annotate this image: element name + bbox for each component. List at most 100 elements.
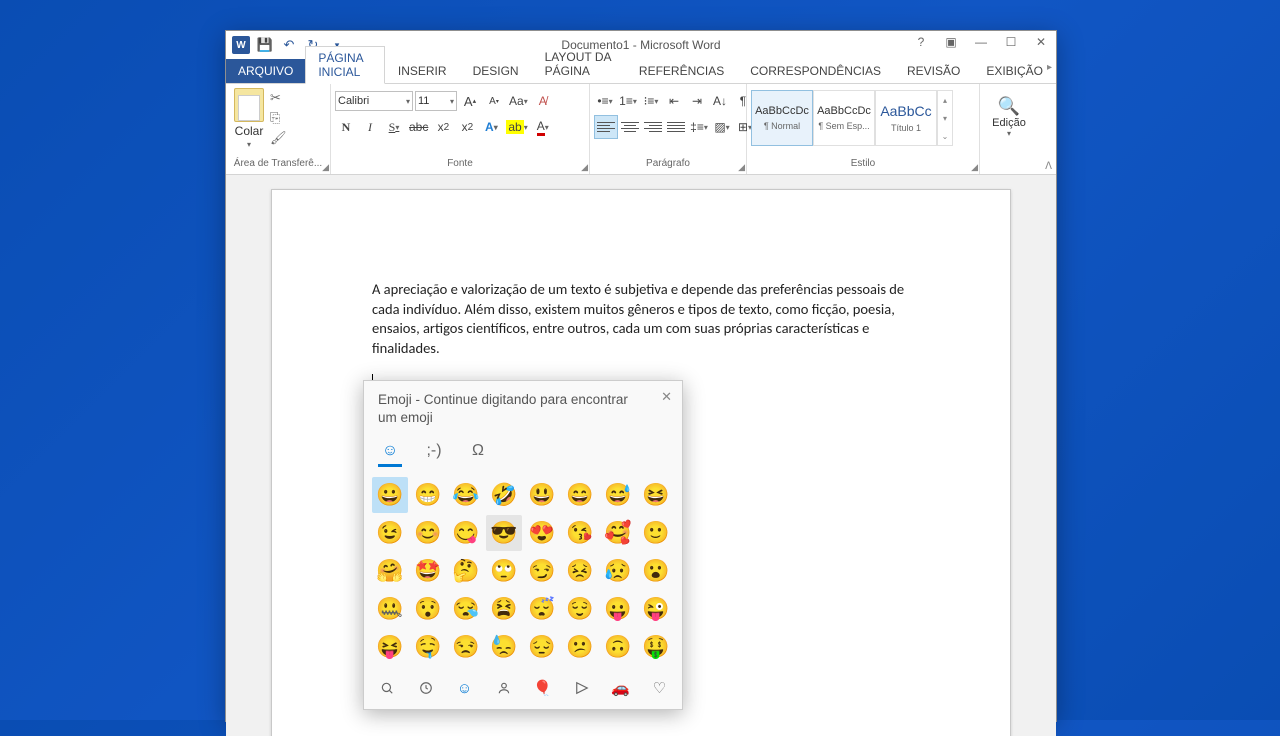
- style-more-icon[interactable]: ⌄: [938, 127, 952, 145]
- tab-references[interactable]: REFERÊNCIAS: [626, 59, 737, 83]
- cut-icon[interactable]: ✂: [270, 90, 286, 106]
- emoji-item[interactable]: 😓: [486, 629, 522, 665]
- emoji-item[interactable]: 🤤: [410, 629, 446, 665]
- emoji-item[interactable]: 😆: [638, 477, 674, 513]
- ribbon-display-icon[interactable]: ▣: [936, 31, 966, 53]
- font-size-combo[interactable]: 11▾: [415, 91, 457, 111]
- subscript-button[interactable]: x2: [432, 117, 454, 137]
- emoji-item[interactable]: 😜: [638, 591, 674, 627]
- format-painter-icon[interactable]: 🖌: [270, 130, 286, 146]
- emoji-item[interactable]: 😛: [600, 591, 636, 627]
- style-no-spacing[interactable]: AaBbCcDc ¶ Sem Esp...: [813, 90, 875, 146]
- emoji-cat-recent-icon[interactable]: [376, 677, 397, 699]
- emoji-item[interactable]: 🤐: [372, 591, 408, 627]
- styles-launcher-icon[interactable]: ◢: [971, 162, 978, 173]
- emoji-tab-emoji[interactable]: ☺: [378, 438, 402, 467]
- tab-layout[interactable]: LAYOUT DA PÁGINA: [532, 45, 626, 83]
- font-color-icon[interactable]: A▾: [532, 117, 554, 137]
- emoji-item[interactable]: 😎: [486, 515, 522, 551]
- emoji-item[interactable]: 🙃: [600, 629, 636, 665]
- emoji-item[interactable]: 🙄: [486, 553, 522, 589]
- emoji-item[interactable]: 🤔: [448, 553, 484, 589]
- bold-button[interactable]: N: [335, 117, 357, 137]
- style-up-icon[interactable]: ▴: [938, 91, 952, 109]
- emoji-item[interactable]: 😕: [562, 629, 598, 665]
- copy-icon[interactable]: ⎘: [270, 110, 286, 126]
- italic-button[interactable]: I: [359, 117, 381, 137]
- emoji-item[interactable]: 🤩: [410, 553, 446, 589]
- emoji-item[interactable]: 😂: [448, 477, 484, 513]
- emoji-item[interactable]: 😅: [600, 477, 636, 513]
- paragraph-launcher-icon[interactable]: ◢: [738, 162, 745, 173]
- emoji-item[interactable]: 🥰: [600, 515, 636, 551]
- emoji-item[interactable]: 😒: [448, 629, 484, 665]
- highlight-icon[interactable]: ab▾: [504, 117, 529, 137]
- emoji-item[interactable]: 😄: [562, 477, 598, 513]
- style-normal[interactable]: AaBbCcDc ¶ Normal: [751, 90, 813, 146]
- emoji-item[interactable]: 😣: [562, 553, 598, 589]
- clipboard-launcher-icon[interactable]: ◢: [322, 162, 329, 173]
- tab-file[interactable]: ARQUIVO: [226, 59, 305, 83]
- change-case-icon[interactable]: Aa▾: [507, 91, 530, 111]
- tab-design[interactable]: DESIGN: [460, 59, 532, 83]
- emoji-item[interactable]: 😁: [410, 477, 446, 513]
- bullets-icon[interactable]: •≡▾: [594, 91, 616, 111]
- emoji-item[interactable]: 😉: [372, 515, 408, 551]
- sort-icon[interactable]: A↓: [709, 91, 731, 111]
- emoji-item[interactable]: 😘: [562, 515, 598, 551]
- tab-review[interactable]: REVISÃO: [894, 59, 973, 83]
- style-heading1[interactable]: AaBbCc Título 1: [875, 90, 937, 146]
- strikethrough-button[interactable]: abc: [407, 117, 430, 137]
- align-right-button[interactable]: [642, 116, 664, 138]
- decrease-indent-icon[interactable]: ⇤: [663, 91, 685, 111]
- emoji-item[interactable]: 🤗: [372, 553, 408, 589]
- emoji-item[interactable]: 😮: [638, 553, 674, 589]
- shrink-font-icon[interactable]: A▾: [483, 91, 505, 111]
- emoji-item[interactable]: 😋: [448, 515, 484, 551]
- emoji-item[interactable]: 😍: [524, 515, 560, 551]
- close-icon[interactable]: ✕: [1026, 31, 1056, 53]
- tab-mailings[interactable]: CORRESPONDÊNCIAS: [737, 59, 894, 83]
- tab-view[interactable]: EXIBIÇÃO: [973, 59, 1056, 83]
- emoji-tab-kaomoji[interactable]: ;-): [422, 438, 446, 467]
- justify-button[interactable]: [665, 116, 687, 138]
- emoji-cat-celebration-icon[interactable]: 🎈: [532, 677, 553, 699]
- help-icon[interactable]: ?: [906, 31, 936, 53]
- emoji-item[interactable]: 😀: [372, 477, 408, 513]
- emoji-item[interactable]: 🙂: [638, 515, 674, 551]
- emoji-item[interactable]: 😥: [600, 553, 636, 589]
- tab-scroll-right-icon[interactable]: ▸: [1047, 62, 1052, 73]
- collapse-ribbon-icon[interactable]: ᐱ: [1045, 161, 1052, 172]
- emoji-item[interactable]: 😯: [410, 591, 446, 627]
- emoji-tab-symbols[interactable]: Ω: [466, 438, 490, 467]
- multilevel-icon[interactable]: ⁝≡▾: [640, 91, 662, 111]
- emoji-close-icon[interactable]: ✕: [661, 389, 672, 405]
- paste-button[interactable]: Colar ▾: [230, 86, 268, 151]
- align-left-button[interactable]: [594, 115, 618, 139]
- font-name-combo[interactable]: Calibri▾: [335, 91, 413, 111]
- text-effects-icon[interactable]: A▾: [480, 117, 502, 137]
- emoji-item[interactable]: 😪: [448, 591, 484, 627]
- find-button[interactable]: 🔍 Edição ▾: [988, 92, 1030, 142]
- emoji-item[interactable]: 😊: [410, 515, 446, 551]
- maximize-icon[interactable]: ☐: [996, 31, 1026, 53]
- emoji-cat-smileys-icon[interactable]: ☺: [454, 677, 475, 699]
- emoji-cat-transport-icon[interactable]: 🚗: [610, 677, 631, 699]
- emoji-item[interactable]: 😏: [524, 553, 560, 589]
- save-icon[interactable]: 💾: [256, 36, 274, 54]
- emoji-item[interactable]: 🤣: [486, 477, 522, 513]
- line-spacing-icon[interactable]: ‡≡▾: [688, 117, 710, 137]
- emoji-item[interactable]: 😃: [524, 477, 560, 513]
- style-down-icon[interactable]: ▾: [938, 109, 952, 127]
- emoji-item[interactable]: 😴: [524, 591, 560, 627]
- grow-font-icon[interactable]: A▴: [459, 91, 481, 111]
- tab-insert[interactable]: INSERIR: [385, 59, 460, 83]
- superscript-button[interactable]: x2: [456, 117, 478, 137]
- emoji-item[interactable]: 😌: [562, 591, 598, 627]
- tab-home[interactable]: PÁGINA INICIAL: [305, 46, 385, 84]
- emoji-item[interactable]: 😝: [372, 629, 408, 665]
- underline-button[interactable]: S▾: [383, 117, 405, 137]
- minimize-icon[interactable]: —: [966, 31, 996, 53]
- emoji-cat-food-icon[interactable]: [571, 677, 592, 699]
- font-launcher-icon[interactable]: ◢: [581, 162, 588, 173]
